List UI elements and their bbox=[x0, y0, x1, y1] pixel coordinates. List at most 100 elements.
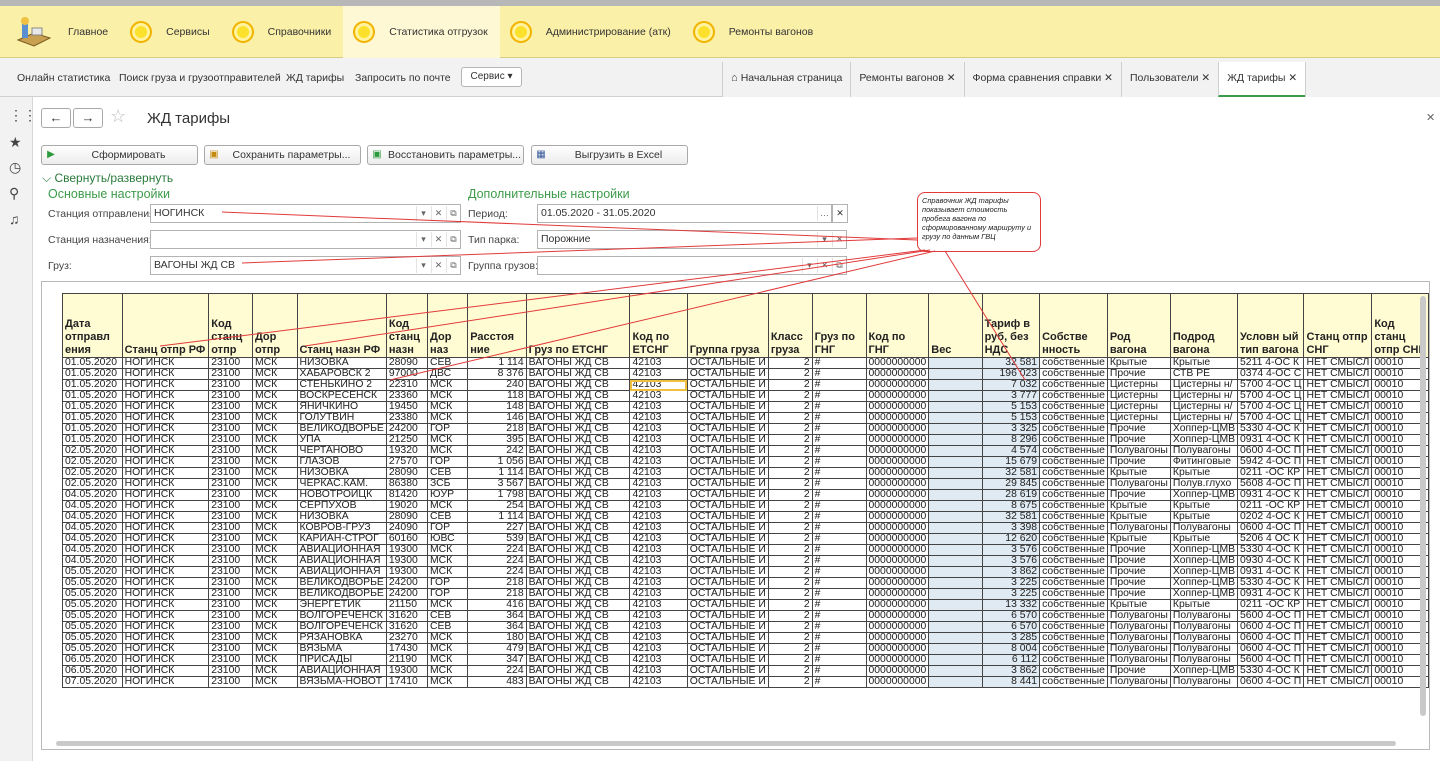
table-cell[interactable]: 23270 bbox=[385, 632, 429, 644]
table-cell[interactable] bbox=[928, 423, 983, 435]
table-cell[interactable]: # bbox=[811, 456, 867, 468]
table-cell[interactable]: МСК bbox=[251, 610, 298, 622]
table-cell[interactable]: МСК bbox=[251, 379, 298, 391]
table-cell[interactable]: Полувагоны bbox=[1106, 676, 1171, 688]
table-cell[interactable]: ВЕЛИКОДВОРЬЕ bbox=[296, 577, 387, 589]
table-cell[interactable]: НЕТ СМЫСЛ bbox=[1303, 379, 1373, 391]
table-cell[interactable]: 0000000000 bbox=[865, 522, 930, 534]
table-cell[interactable]: МСК bbox=[426, 500, 469, 512]
table-cell[interactable]: 0000000000 bbox=[865, 511, 930, 523]
table-cell[interactable]: ВАГОНЫ ЖД СВ bbox=[525, 643, 631, 655]
table-cell[interactable]: ОСТАЛЬНЫЕ И bbox=[686, 522, 769, 534]
table-cell[interactable]: # bbox=[811, 654, 867, 666]
departure-station-field[interactable]: НОГИНСК ▾ ✕ ⧉ bbox=[150, 204, 461, 223]
save-params-button[interactable]: ▣ Сохранить параметры... bbox=[204, 145, 361, 165]
table-cell[interactable]: 23100 bbox=[208, 599, 253, 611]
table-cell[interactable]: 2 bbox=[767, 511, 813, 523]
table-cell[interactable]: 23100 bbox=[208, 500, 253, 512]
table-cell[interactable]: НЕТ СМЫСЛ bbox=[1303, 357, 1373, 369]
table-cell[interactable]: 5330 4-ОС К bbox=[1237, 665, 1305, 677]
section-main[interactable]: Главное bbox=[58, 6, 120, 58]
table-cell[interactable]: собственные bbox=[1039, 379, 1108, 391]
table-cell[interactable]: НЕТ СМЫСЛ bbox=[1303, 368, 1373, 380]
table-cell[interactable]: НЕТ СМЫСЛ bbox=[1303, 566, 1373, 578]
table-cell[interactable]: 0000000000 bbox=[865, 555, 930, 567]
table-cell[interactable]: МСК bbox=[251, 357, 298, 369]
open-icon[interactable]: ⧉ bbox=[446, 258, 460, 273]
table-cell[interactable]: НОГИНСК bbox=[121, 489, 210, 501]
more-icon[interactable]: … bbox=[817, 206, 831, 221]
tariff-spreadsheet[interactable]: Дата отправл ения Станц отпр РФ Код станц … bbox=[41, 281, 1430, 750]
table-cell[interactable]: 2 bbox=[767, 588, 813, 600]
table-row[interactable]: 04.05.2020 НОГИНСК 23100 МСК НОВОТРОИЦК 81420… bbox=[62, 489, 1429, 501]
table-cell[interactable]: 17430 bbox=[385, 643, 429, 655]
table-cell[interactable]: МСК bbox=[426, 445, 469, 457]
table-cell[interactable]: НЕТ СМЫСЛ bbox=[1303, 599, 1373, 611]
table-cell[interactable]: 60160 bbox=[385, 533, 429, 545]
table-cell[interactable]: МСК bbox=[251, 478, 298, 490]
table-cell[interactable]: 42103 bbox=[629, 654, 688, 666]
table-cell[interactable]: 97000 bbox=[385, 368, 429, 380]
table-cell[interactable]: НОГИНСК bbox=[121, 390, 210, 402]
table-cell[interactable]: 05.05.2020 bbox=[62, 632, 123, 644]
table-cell[interactable]: МСК bbox=[426, 390, 469, 402]
table-cell[interactable]: Крытые bbox=[1169, 511, 1239, 523]
table-cell[interactable]: 04.05.2020 bbox=[62, 522, 123, 534]
table-cell[interactable]: ОСТАЛЬНЫЕ И bbox=[686, 401, 769, 413]
table-cell[interactable]: 28 619 bbox=[981, 489, 1041, 501]
table-cell[interactable]: Фитинговые bbox=[1169, 456, 1239, 468]
table-cell[interactable]: НОГИНСК bbox=[121, 357, 210, 369]
table-cell[interactable]: Полувагоны bbox=[1106, 522, 1171, 534]
table-cell[interactable]: 3 398 bbox=[981, 522, 1041, 534]
table-cell[interactable]: ВАГОНЫ ЖД СВ bbox=[525, 610, 631, 622]
table-cell[interactable]: ОСТАЛЬНЫЕ И bbox=[686, 544, 769, 556]
table-cell[interactable]: 2 bbox=[767, 599, 813, 611]
table-cell[interactable]: 42103 bbox=[629, 632, 688, 644]
column-header[interactable]: Условн ый тип вагона bbox=[1237, 293, 1305, 358]
table-cell[interactable]: Крытые bbox=[1106, 467, 1171, 479]
table-cell[interactable]: 0000000000 bbox=[865, 478, 930, 490]
table-cell[interactable]: РЯЗАНОВКА bbox=[296, 632, 387, 644]
table-cell[interactable]: 0000000000 bbox=[865, 357, 930, 369]
table-cell[interactable]: 42103 bbox=[629, 445, 688, 457]
table-cell[interactable]: 42103 bbox=[629, 489, 688, 501]
table-cell[interactable]: 0600 4-ОС П bbox=[1237, 632, 1305, 644]
table-cell[interactable]: 6 570 bbox=[981, 610, 1041, 622]
column-header[interactable]: Станц назн РФ bbox=[296, 293, 387, 358]
table-cell[interactable]: собственные bbox=[1039, 533, 1108, 545]
table-cell[interactable]: НОГИНСК bbox=[121, 654, 210, 666]
table-cell[interactable]: ОСТАЛЬНЫЕ И bbox=[686, 566, 769, 578]
table-cell[interactable]: ВАГОНЫ ЖД СВ bbox=[525, 654, 631, 666]
table-cell[interactable]: ОСТАЛЬНЫЕ И bbox=[686, 478, 769, 490]
table-cell[interactable]: # bbox=[811, 500, 867, 512]
table-cell[interactable]: 01.05.2020 bbox=[62, 357, 123, 369]
table-cell[interactable]: # bbox=[811, 412, 867, 424]
dropdown-icon[interactable]: ▾ bbox=[802, 258, 816, 273]
table-cell[interactable]: МСК bbox=[251, 665, 298, 677]
column-header[interactable]: Код станц назн bbox=[385, 293, 429, 358]
table-cell[interactable]: ОСТАЛЬНЫЕ И bbox=[686, 555, 769, 567]
column-header[interactable]: Дата отправл ения bbox=[62, 293, 123, 358]
table-cell[interactable]: НЕТ СМЫСЛ bbox=[1303, 489, 1373, 501]
table-cell[interactable]: 02.05.2020 bbox=[62, 456, 123, 468]
table-cell[interactable]: НОГИНСК bbox=[121, 379, 210, 391]
table-cell[interactable]: Полувагоны bbox=[1106, 478, 1171, 490]
period-clear-button[interactable]: ✕ bbox=[832, 204, 848, 223]
table-cell[interactable]: 86380 bbox=[385, 478, 429, 490]
table-cell[interactable]: ОСТАЛЬНЫЕ И bbox=[686, 511, 769, 523]
table-cell[interactable]: ОСТАЛЬНЫЕ И bbox=[686, 533, 769, 545]
table-cell[interactable]: 21250 bbox=[385, 434, 429, 446]
table-cell[interactable] bbox=[928, 621, 983, 633]
table-cell[interactable] bbox=[928, 676, 983, 688]
table-cell[interactable]: 23100 bbox=[208, 555, 253, 567]
table-cell[interactable]: МСК bbox=[426, 544, 469, 556]
table-cell[interactable]: ВОСКРЕСЕНСК bbox=[296, 390, 387, 402]
table-cell[interactable]: СТЕНЬКИНО 2 bbox=[296, 379, 387, 391]
table-cell[interactable]: 02.05.2020 bbox=[62, 445, 123, 457]
table-cell[interactable]: МСК bbox=[251, 456, 298, 468]
table-row[interactable]: 05.05.2020 НОГИНСК 23100 МСК ВЯЗЬМА 17430 МСК 4… bbox=[62, 643, 1429, 655]
table-cell[interactable]: собственные bbox=[1039, 665, 1108, 677]
table-row[interactable]: 01.05.2020 НОГИНСК 23100 МСК НИЗОВКА 28090 СЕВ… bbox=[62, 357, 1429, 369]
table-cell[interactable]: МСК bbox=[426, 566, 469, 578]
table-cell[interactable]: НОГИНСК bbox=[121, 500, 210, 512]
